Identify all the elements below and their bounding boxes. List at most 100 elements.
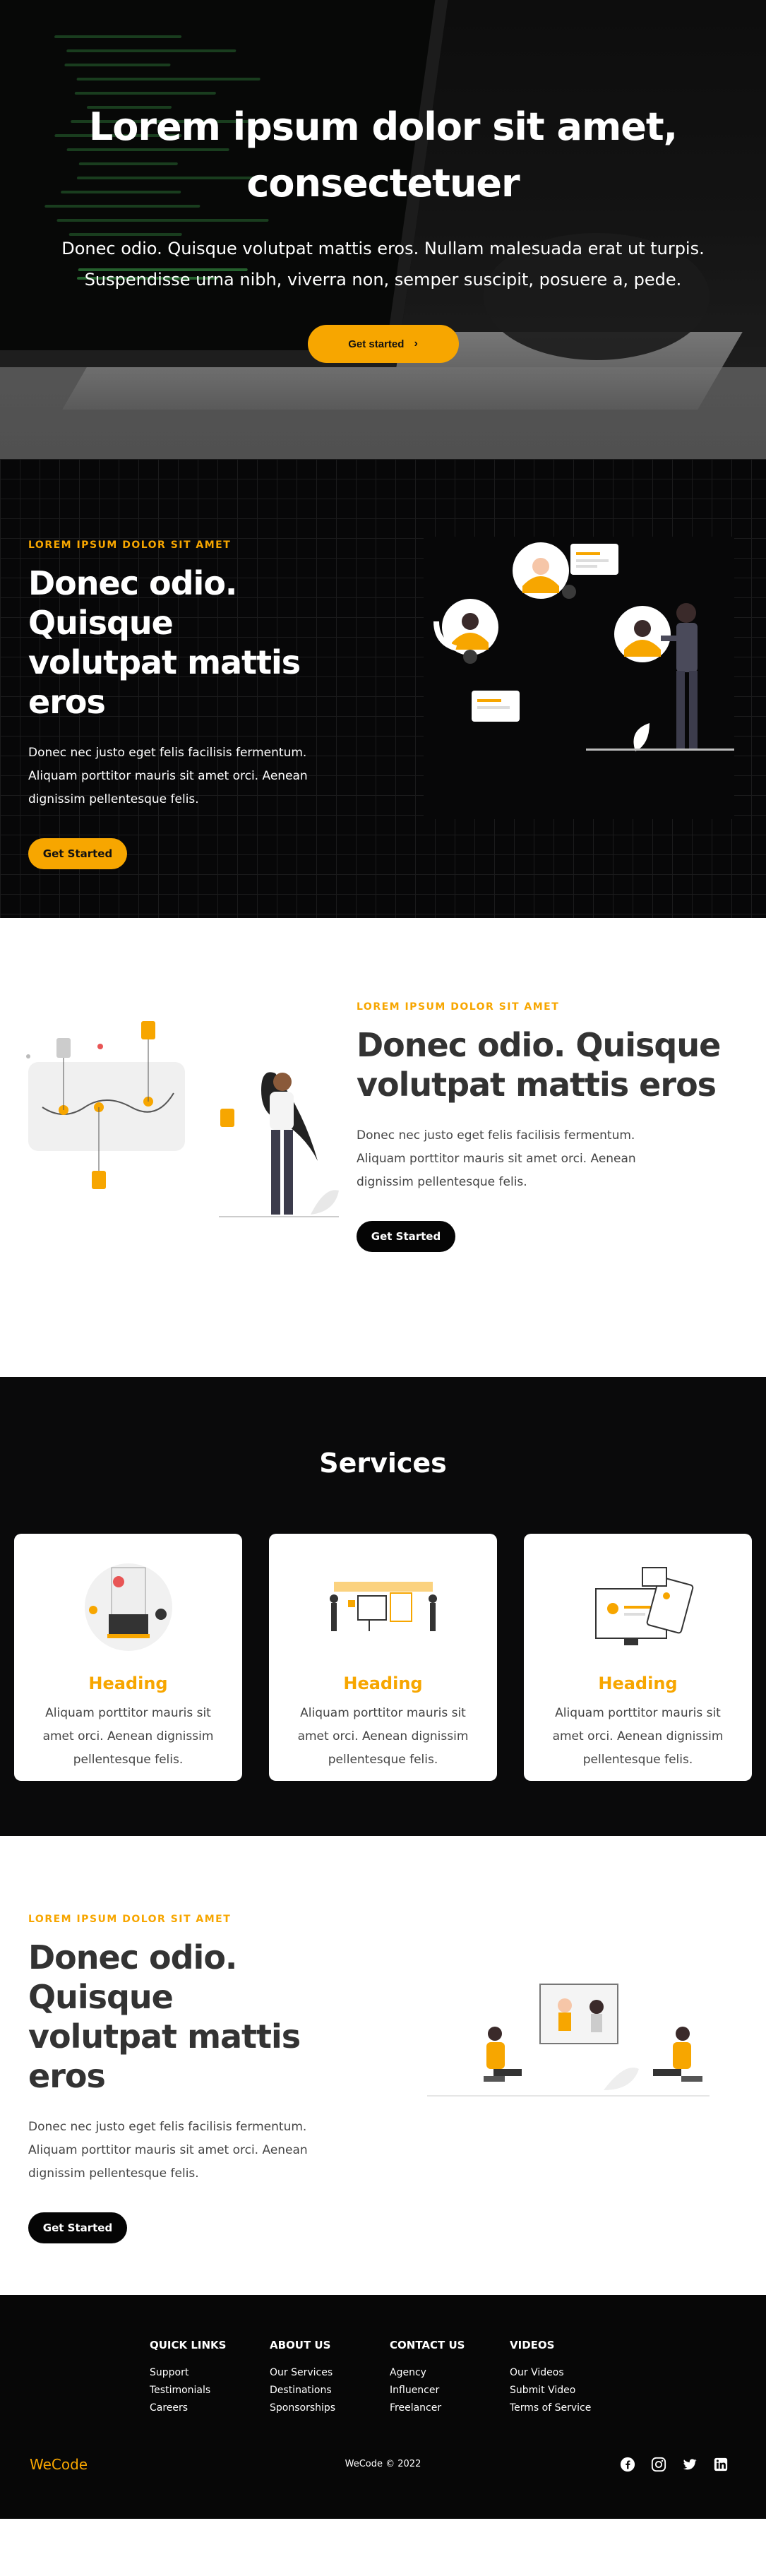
- feature-light-title-line2: volutpat mattis eros: [357, 1066, 717, 1104]
- footer-column-quick-links: QUICK LINKS Support Testimonials Careers: [150, 2339, 270, 2417]
- footer-column-videos: VIDEOS Our Videos Submit Video Terms of …: [510, 2339, 630, 2417]
- feature-light2-get-started-button[interactable]: Get Started: [28, 2212, 127, 2243]
- service-text-line1: Aliquam porttitor mauris sit: [45, 1706, 211, 1720]
- hero-text: Donec odio. Quisque volutpat mattis eros…: [0, 233, 766, 295]
- footer-link[interactable]: Sponsorships: [270, 2399, 390, 2417]
- feature-light2-eyebrow: LOREM IPSUM DOLOR SIT AMET: [28, 1914, 232, 1925]
- feature-light2-button-wrap: Get Started: [28, 2212, 381, 2243]
- service-text-line3: pellentesque felis.: [73, 1753, 184, 1767]
- service-illustration-devices: [524, 1554, 752, 1652]
- footer-column-title: QUICK LINKS: [150, 2339, 227, 2351]
- site-footer: QUICK LINKS Support Testimonials Careers…: [0, 2295, 766, 2519]
- hero-title: Lorem ipsum dolor sit amet, consectetuer: [0, 99, 766, 212]
- feature-section-dark: LOREM IPSUM DOLOR SIT AMET Donec odio. Q…: [0, 459, 766, 918]
- services-cards: Heading Aliquam porttitor mauris sit ame…: [14, 1534, 752, 1781]
- hero-content: Lorem ipsum dolor sit amet, consectetuer…: [0, 99, 766, 363]
- feature-light2-text-line1: Donec nec justo eget felis facilisis fer…: [28, 2120, 307, 2134]
- footer-link[interactable]: Our Videos: [510, 2364, 630, 2382]
- service-text: Aliquam porttitor mauris sit amet orci. …: [524, 1702, 752, 1772]
- footer-link[interactable]: Destinations: [270, 2382, 390, 2399]
- services-section: Services Heading Aliquam porttitor mauri…: [0, 1377, 766, 1836]
- feature-title-line1: Donec odio. Quisque: [28, 564, 237, 642]
- service-text-line2: amet orci. Aenean dignissim: [552, 1729, 724, 1743]
- service-text: Aliquam porttitor mauris sit amet orci. …: [269, 1702, 497, 1772]
- footer-link[interactable]: Freelancer: [390, 2399, 510, 2417]
- service-card[interactable]: Heading Aliquam porttitor mauris sit ame…: [524, 1534, 752, 1781]
- facebook-icon[interactable]: [619, 2456, 636, 2473]
- feature-light2-text-block: LOREM IPSUM DOLOR SIT AMET Donec odio. Q…: [28, 1914, 381, 2243]
- footer-column-title: VIDEOS: [510, 2339, 555, 2351]
- service-text-line2: amet orci. Aenean dignissim: [42, 1729, 214, 1743]
- footer-social-links: [619, 2456, 729, 2473]
- footer-link[interactable]: Our Services: [270, 2364, 390, 2382]
- feature-text-line1: Donec nec justo eget felis facilisis fer…: [28, 746, 307, 760]
- service-text-line2: amet orci. Aenean dignissim: [297, 1729, 469, 1743]
- video-meeting-illustration: [427, 1984, 710, 2097]
- feature-get-started-button[interactable]: Get Started: [28, 838, 127, 869]
- service-text-line3: pellentesque felis.: [328, 1753, 438, 1767]
- feature-text: Donec nec justo eget felis facilisis fer…: [28, 741, 381, 811]
- footer-column-contact-us: CONTACT US Agency Influencer Freelancer: [390, 2339, 510, 2417]
- footer-column-title: CONTACT US: [390, 2339, 465, 2351]
- service-text: Aliquam porttitor mauris sit amet orci. …: [14, 1702, 242, 1772]
- feature-light2-text-line3: dignissim pellentesque felis.: [28, 2166, 199, 2181]
- hero-title-line1: Lorem ipsum dolor sit amet,: [88, 105, 678, 149]
- feature-section-light-2: LOREM IPSUM DOLOR SIT AMET Donec odio. Q…: [0, 1836, 766, 2295]
- feature-light2-title-line1: Donec odio. Quisque: [28, 1938, 237, 2016]
- feature-eyebrow: LOREM IPSUM DOLOR SIT AMET: [28, 539, 232, 551]
- service-heading: Heading: [598, 1674, 678, 1693]
- feature-title-line2: volutpat mattis eros: [28, 643, 301, 721]
- service-text-line1: Aliquam porttitor mauris sit: [300, 1706, 466, 1720]
- feature-light-title: Donec odio. Quisque volutpat mattis eros: [357, 1025, 738, 1104]
- twitter-icon[interactable]: [681, 2456, 698, 2473]
- service-illustration-dashboard: [269, 1554, 497, 1652]
- page-bottom-spacer: [0, 2519, 766, 2540]
- footer-link[interactable]: Careers: [150, 2399, 270, 2417]
- service-text-line3: pellentesque felis.: [582, 1753, 693, 1767]
- feature-light-button-wrap: Get Started: [357, 1221, 738, 1252]
- feature-light-title-line1: Donec odio. Quisque: [357, 1026, 721, 1064]
- feature-title: Donec odio. Quisque volutpat mattis eros: [28, 564, 381, 722]
- chevron-right-icon: ›: [414, 338, 418, 350]
- footer-link[interactable]: Submit Video: [510, 2382, 630, 2399]
- feature-light2-title: Donec odio. Quisque volutpat mattis eros: [28, 1938, 381, 2096]
- feature-section-light: LOREM IPSUM DOLOR SIT AMET Donec odio. Q…: [0, 918, 766, 1377]
- team-chat-illustration: [424, 537, 734, 819]
- instagram-icon[interactable]: [650, 2456, 667, 2473]
- services-title: Services: [319, 1448, 447, 1479]
- feature-light2-text-line2: Aliquam porttitor mauris sit amet orci. …: [28, 2143, 308, 2157]
- footer-link[interactable]: Support: [150, 2364, 270, 2382]
- linkedin-icon[interactable]: [712, 2456, 729, 2473]
- service-card[interactable]: Heading Aliquam porttitor mauris sit ame…: [14, 1534, 242, 1781]
- hero-text-line1: Donec odio. Quisque volutpat mattis eros…: [61, 239, 705, 258]
- feature-light-text: Donec nec justo eget felis facilisis fer…: [357, 1124, 738, 1194]
- footer-link[interactable]: Testimonials: [150, 2382, 270, 2399]
- feature-light2-title-line2: volutpat mattis eros: [28, 2017, 301, 2095]
- feature-text-block: LOREM IPSUM DOLOR SIT AMET Donec odio. Q…: [28, 539, 381, 869]
- feature-light-eyebrow: LOREM IPSUM DOLOR SIT AMET: [357, 1001, 560, 1013]
- feature-text-line2: Aliquam porttitor mauris sit amet orci. …: [28, 769, 308, 783]
- service-heading: Heading: [343, 1674, 423, 1693]
- footer-column-about-us: ABOUT US Our Services Destinations Spons…: [270, 2339, 390, 2417]
- hero-get-started-button[interactable]: Get started ›: [307, 325, 459, 363]
- feature-light-text-line2: Aliquam porttitor mauris sit amet orci. …: [357, 1152, 636, 1166]
- footer-column-title: ABOUT US: [270, 2339, 331, 2351]
- hero-text-line2: Suspendisse urna nibh, viverra non, semp…: [84, 270, 682, 290]
- service-illustration-developer: [14, 1554, 242, 1652]
- footer-link[interactable]: Influencer: [390, 2382, 510, 2399]
- feature-light-text-block: LOREM IPSUM DOLOR SIT AMET Donec odio. Q…: [357, 1001, 738, 1252]
- feature-light-get-started-button[interactable]: Get Started: [357, 1221, 455, 1252]
- hero-button-label: Get started: [348, 338, 405, 350]
- service-heading: Heading: [88, 1674, 168, 1693]
- hero-title-line2: consectetuer: [246, 161, 520, 205]
- footer-link[interactable]: Agency: [390, 2364, 510, 2382]
- feature-light-text-line3: dignissim pellentesque felis.: [357, 1175, 527, 1189]
- footer-link[interactable]: Terms of Service: [510, 2399, 630, 2417]
- service-text-line1: Aliquam porttitor mauris sit: [555, 1706, 721, 1720]
- hero-section: Lorem ipsum dolor sit amet, consectetuer…: [0, 0, 766, 459]
- service-card[interactable]: Heading Aliquam porttitor mauris sit ame…: [269, 1534, 497, 1781]
- feature-light-text-line1: Donec nec justo eget felis facilisis fer…: [357, 1128, 635, 1143]
- feature-light2-text: Donec nec justo eget felis facilisis fer…: [28, 2116, 381, 2186]
- feature-text-line3: dignissim pellentesque felis.: [28, 792, 199, 806]
- analytics-illustration: [26, 1021, 339, 1217]
